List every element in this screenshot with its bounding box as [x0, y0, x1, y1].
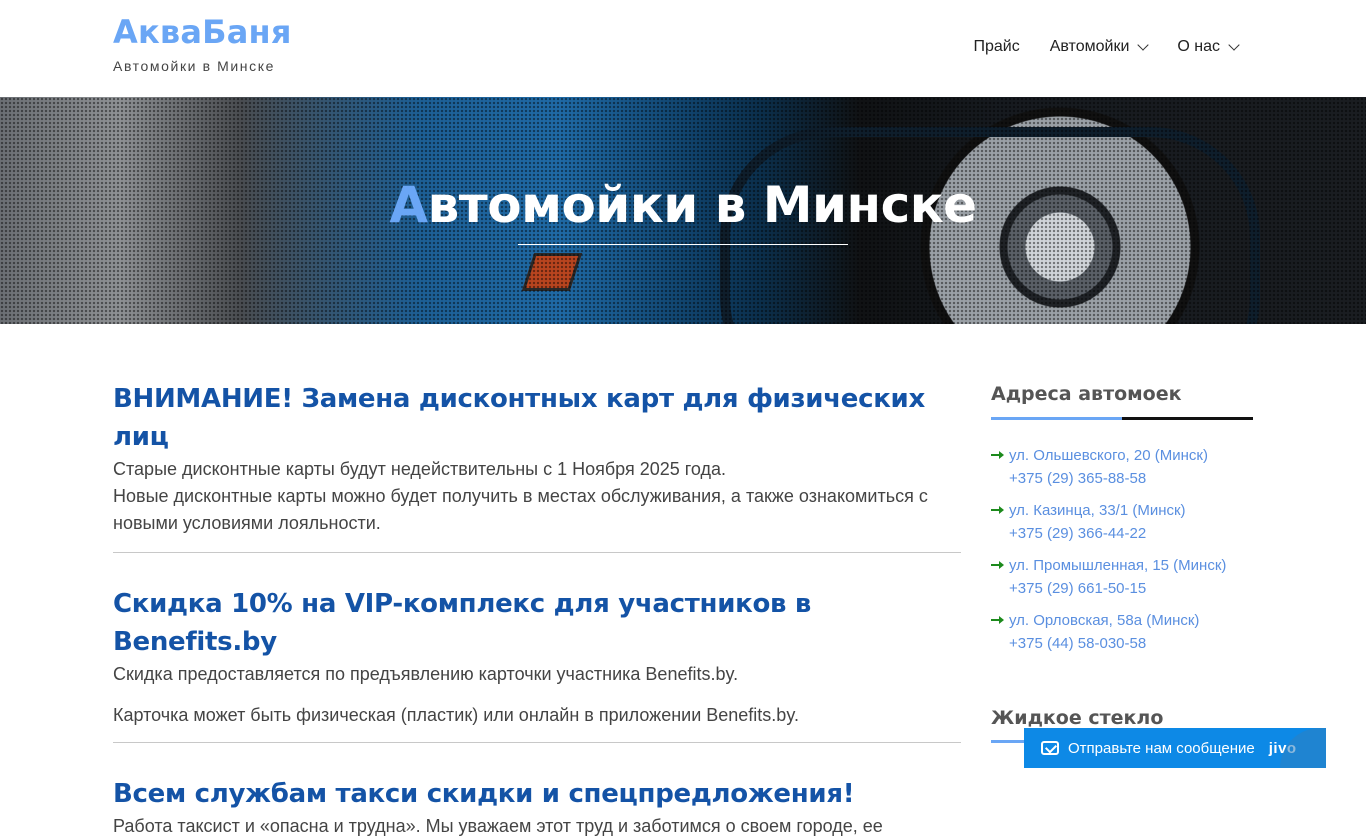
arrow-right-icon [991, 561, 1004, 569]
envelope-icon [1041, 741, 1059, 755]
site-header: АкваБаня Автомойки в Минске Прайс Автомо… [0, 0, 1366, 97]
post: Скидка 10% на VIP-комплекс для участнико… [113, 585, 961, 743]
nav-item-label: О нас [1177, 38, 1220, 55]
address-text[interactable]: ул. Ольшевского, 20 (Минск) [1009, 444, 1253, 467]
address-item[interactable]: ул. Казинца, 33/1 (Минск) +375 (29) 366-… [991, 499, 1253, 545]
address-text[interactable]: ул. Казинца, 33/1 (Минск) [1009, 499, 1253, 522]
post-text: Новые дисконтные карты можно будет получ… [113, 486, 928, 533]
sidebar: Адреса автомоек ул. Ольшевского, 20 (Мин… [991, 378, 1253, 743]
nav-item-label: Прайс [973, 38, 1020, 55]
hero-banner: Автомойки в Минске [0, 97, 1366, 324]
widget-title: Адреса автомоек [991, 383, 1182, 405]
widget-title-bar [991, 417, 1253, 420]
nav-item-about[interactable]: О нас [1177, 36, 1240, 58]
chat-bubble-decor [1280, 728, 1326, 768]
main-content: ВНИМАНИЕ! Замена дисконтных карт для физ… [113, 380, 961, 840]
address-phone[interactable]: +375 (29) 365-88-58 [1009, 467, 1253, 490]
address-phone[interactable]: +375 (29) 661-50-15 [1009, 577, 1253, 600]
nav-item-price[interactable]: Прайс [974, 36, 1020, 58]
post-text: Карточка может быть физическая (пластик)… [113, 705, 799, 725]
post: Всем службам такси скидки и спецпредложе… [113, 775, 961, 840]
address-phone[interactable]: +375 (44) 58-030-58 [1009, 632, 1253, 655]
post-title[interactable]: ВНИМАНИЕ! Замена дисконтных карт для физ… [113, 380, 961, 456]
chevron-down-icon [1137, 39, 1150, 51]
site-title[interactable]: АкваБаня [113, 13, 292, 51]
address-phone[interactable]: +375 (29) 366-44-22 [1009, 522, 1253, 545]
title-underline [518, 244, 848, 245]
site-tagline: Автомойки в Минске [113, 58, 275, 74]
address-list: ул. Ольшевского, 20 (Минск) +375 (29) 36… [991, 444, 1253, 655]
arrow-right-icon [991, 506, 1004, 514]
post-title[interactable]: Скидка 10% на VIP-комплекс для участнико… [113, 585, 961, 661]
arrow-right-icon [991, 616, 1004, 624]
chat-label: Отправьте нам сообщение [1068, 739, 1255, 757]
address-item[interactable]: ул. Орловская, 58а (Минск) +375 (44) 58-… [991, 609, 1253, 655]
page-title-initial: А [389, 176, 428, 234]
chat-widget-button[interactable]: Отправьте нам сообщение jivo [1024, 728, 1326, 768]
nav-item-carwashes[interactable]: Автомойки [1049, 36, 1150, 58]
address-text[interactable]: ул. Орловская, 58а (Минск) [1009, 609, 1253, 632]
post-text: Скидка предоставляется по предъявлению к… [113, 664, 739, 684]
post: ВНИМАНИЕ! Замена дисконтных карт для физ… [113, 380, 961, 553]
nav-item-label: Автомойки [1049, 38, 1130, 55]
post-title[interactable]: Всем службам такси скидки и спецпредложе… [113, 775, 961, 813]
brand[interactable]: АкваБаня Автомойки в Минске [113, 13, 292, 74]
page-title-rest: втомойки в Минске [427, 176, 977, 234]
addresses-widget: Адреса автомоек ул. Ольшевского, 20 (Мин… [991, 378, 1253, 655]
main-nav: Прайс Автомойки О нас [974, 36, 1240, 58]
post-text: Работа таксист и «опасна и трудна». Мы у… [113, 816, 883, 836]
post-text: Старые дисконтные карты будут недействит… [113, 459, 727, 479]
page-title: Автомойки в Минске [0, 175, 1366, 235]
address-text[interactable]: ул. Промышленная, 15 (Минск) [1009, 554, 1253, 577]
arrow-right-icon [991, 451, 1004, 459]
address-item[interactable]: ул. Ольшевского, 20 (Минск) +375 (29) 36… [991, 444, 1253, 490]
chevron-down-icon [1228, 39, 1240, 51]
address-item[interactable]: ул. Промышленная, 15 (Минск) +375 (29) 6… [991, 554, 1253, 600]
